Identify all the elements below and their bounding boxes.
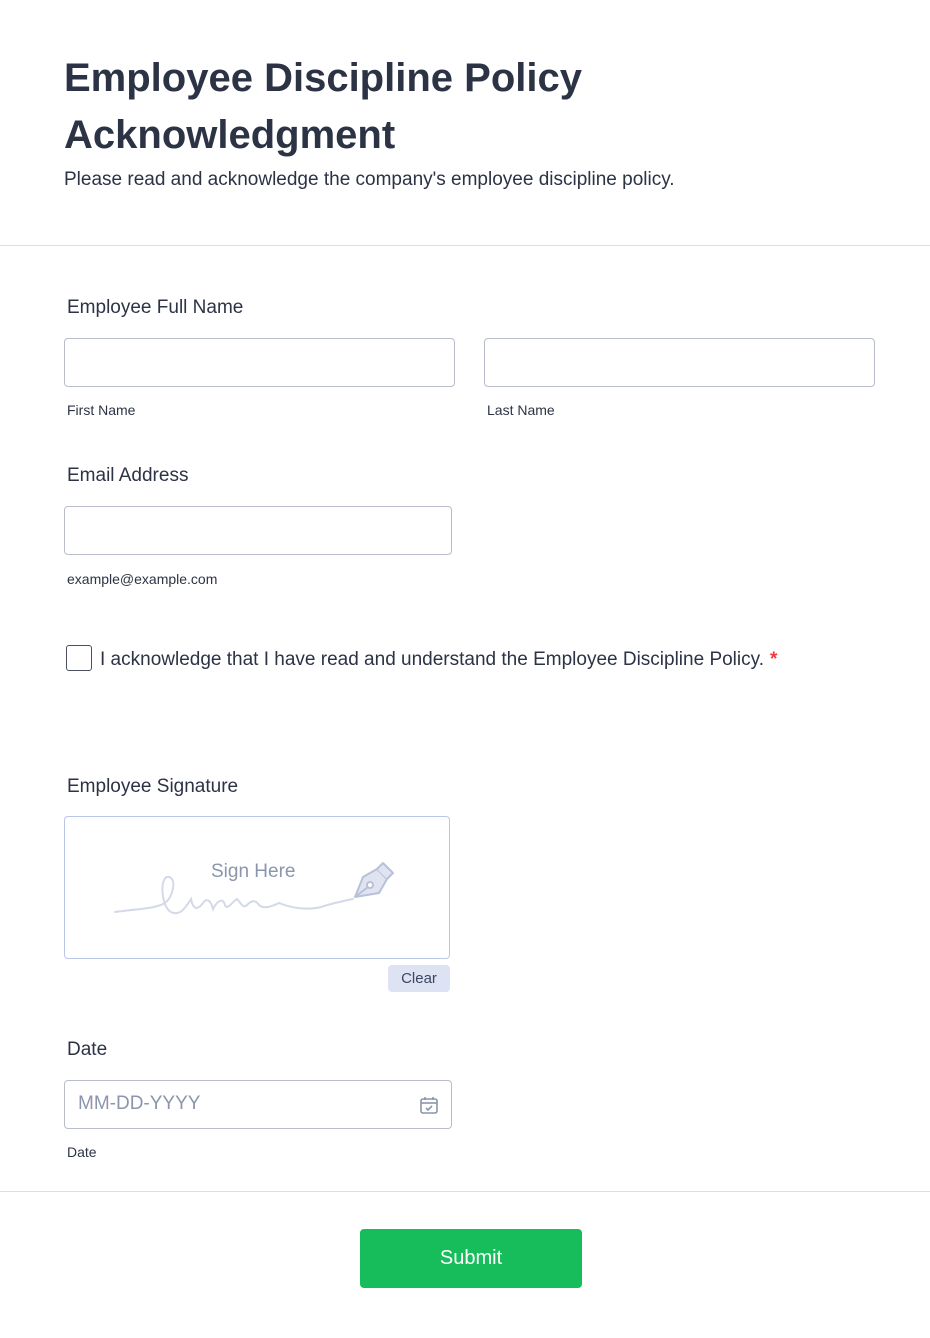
- date-label: Date: [67, 1039, 108, 1060]
- date-placeholder: MM-DD-YYYY: [78, 1093, 201, 1114]
- full-name-label: Employee Full Name: [67, 297, 244, 318]
- clear-signature-button[interactable]: Clear: [388, 965, 450, 992]
- first-name-input[interactable]: [64, 338, 455, 387]
- submit-button[interactable]: Submit: [360, 1229, 582, 1288]
- calendar-icon[interactable]: [419, 1095, 439, 1115]
- last-name-input[interactable]: [484, 338, 875, 387]
- email-field[interactable]: [64, 506, 452, 555]
- date-input[interactable]: MM-DD-YYYY: [64, 1080, 452, 1129]
- page-subtitle: Please read and acknowledge the company'…: [64, 169, 675, 190]
- acknowledge-checkbox[interactable]: [66, 645, 92, 671]
- signature-label: Employee Signature: [67, 776, 239, 797]
- signature-pad[interactable]: Sign Here: [64, 816, 450, 959]
- required-mark: *: [770, 649, 778, 670]
- footer-divider: [0, 1191, 930, 1192]
- last-name-sublabel: Last Name: [487, 402, 555, 418]
- email-label: Email Address: [67, 465, 189, 486]
- first-name-sublabel: First Name: [67, 402, 136, 418]
- pen-nib-icon: [354, 862, 394, 898]
- acknowledge-text: I acknowledge that I have read and under…: [100, 649, 764, 670]
- sign-here-placeholder: Sign Here: [211, 861, 296, 882]
- email-sublabel: example@example.com: [67, 571, 218, 587]
- acknowledge-row: I acknowledge that I have read and under…: [64, 645, 794, 674]
- form-header: Employee Discipline Policy Acknowledgmen…: [0, 0, 930, 246]
- page-title: Employee Discipline Policy Acknowledgmen…: [64, 56, 582, 157]
- date-sublabel: Date: [67, 1144, 97, 1160]
